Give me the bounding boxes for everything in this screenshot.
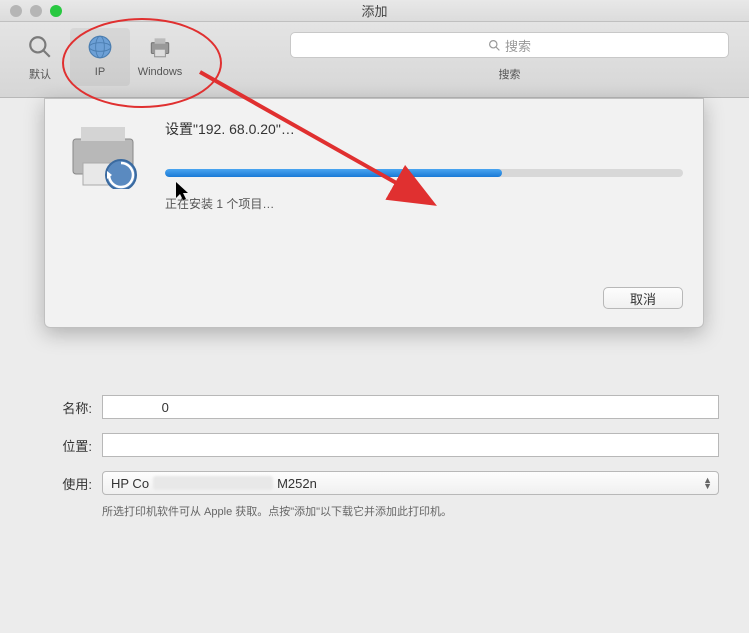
printer-icon — [145, 32, 175, 62]
tab-default[interactable]: 默认 — [10, 28, 70, 86]
location-label: 位置: — [30, 436, 92, 455]
name-label: 名称: — [30, 398, 92, 417]
tab-ip-label: IP — [95, 66, 105, 78]
search-input[interactable]: 搜索 — [290, 32, 729, 58]
progress-bar — [165, 169, 683, 177]
tab-windows-label: Windows — [138, 66, 183, 78]
printer-form: 名称: 位置: 使用: HP Co M252n ▲▼ 所选打印机软件可从 App… — [30, 395, 719, 519]
chevron-updown-icon: ▲▼ — [703, 477, 712, 489]
cancel-button[interactable]: 取消 — [603, 287, 683, 309]
search-icon — [488, 39, 501, 52]
driver-select[interactable]: HP Co M252n ▲▼ — [102, 471, 719, 495]
window-title: 添加 — [361, 1, 387, 20]
toolbar: 默认 IP Windows — [0, 22, 749, 98]
name-field[interactable] — [102, 395, 719, 419]
tab-ip[interactable]: IP — [70, 28, 130, 86]
maximize-window-button[interactable] — [50, 5, 62, 17]
search-caption: 搜索 — [499, 66, 521, 82]
tab-windows[interactable]: Windows — [130, 28, 190, 86]
install-status: 正在安装 1 个项目… — [165, 195, 683, 212]
location-field[interactable] — [102, 433, 719, 457]
use-label: 使用: — [30, 474, 92, 493]
progress-fill — [165, 169, 502, 177]
search-placeholder: 搜索 — [505, 36, 531, 55]
magnifier-icon — [25, 32, 55, 62]
printer-art-icon — [65, 119, 145, 189]
driver-help-text: 所选打印机软件可从 Apple 获取。点按"添加"以下载它并添加此打印机。 — [102, 503, 719, 519]
globe-icon — [85, 32, 115, 62]
close-window-button[interactable] — [10, 5, 22, 17]
setup-title: 设置"192. 68.0.20"… — [165, 119, 683, 139]
tab-default-label: 默认 — [29, 66, 51, 82]
minimize-window-button[interactable] — [30, 5, 42, 17]
progress-sheet: 设置"192. 68.0.20"… 正在安装 1 个项目… 取消 — [44, 98, 704, 328]
